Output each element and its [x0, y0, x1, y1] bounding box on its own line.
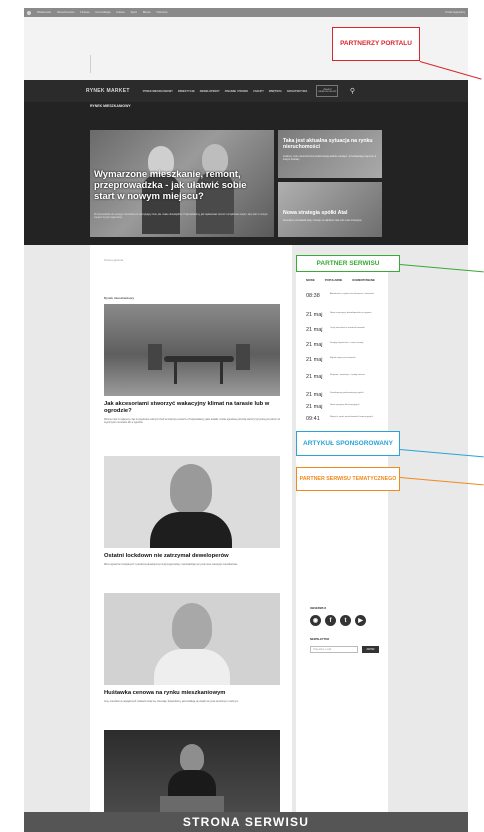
- twitter-icon[interactable]: t: [340, 615, 351, 626]
- news-text[interactable]: Rynek najmu po zmianach: [330, 357, 384, 363]
- page-caption: STRONA SERWISU: [24, 812, 468, 832]
- nav-item[interactable]: ZAKUPY: [253, 90, 264, 93]
- home-icon[interactable]: [27, 10, 31, 15]
- news-item[interactable]: 21 maj Deweloperzy podsumowują wyniki: [306, 392, 388, 398]
- news-item[interactable]: 21 maj Nowe przepisy dla kupujących: [306, 404, 388, 410]
- news-time: 09:41: [306, 416, 320, 422]
- news-time: 21 maj: [306, 404, 323, 410]
- nav-item[interactable]: FINANSE I PRAWO: [225, 90, 248, 93]
- find-property-button[interactable]: ZNAJDŹ NIERUCHOMOŚĆ: [316, 85, 339, 97]
- topbar-item[interactable]: Komunikacja: [96, 11, 111, 14]
- search-icon[interactable]: ⚲: [347, 85, 357, 97]
- main-navigation: RYNEK MARKET RYNEK MIESZKANIOWY INWESTYC…: [24, 80, 468, 102]
- article-image[interactable]: [104, 304, 280, 396]
- hero-card-1-desc: Analitycy rynku nieruchomości podsumowuj…: [283, 156, 377, 161]
- callout-sponsored: ARTYKUŁ SPONSOROWANY: [296, 431, 400, 456]
- article-desc: Mimo ograniczeń związanych z pandemią de…: [104, 564, 239, 566]
- article-title[interactable]: Huśtawka cenowa na rynku mieszkaniowym: [104, 690, 284, 697]
- news-item[interactable]: 21 maj Ceny mieszkań w ostatnim kwartale: [306, 327, 388, 333]
- hero-card-2-title[interactable]: Nowa strategia spółki Atal: [283, 210, 375, 216]
- topbar-item[interactable]: Kultura: [116, 11, 124, 14]
- topbar-right[interactable]: Portal regionalny: [446, 11, 465, 14]
- news-text[interactable]: Raport z rynku nieruchomości komercyjnyc…: [330, 416, 384, 422]
- article-image[interactable]: [104, 593, 280, 685]
- news-time: 21 maj: [306, 392, 323, 398]
- hero-card-2-desc: Deweloper przedstawił plany rozwoju na n…: [283, 220, 363, 222]
- hero-main-desc: Przeprowadzka do nowego mieszkania to ek…: [94, 213, 268, 220]
- callout-portal-partners: PARTNERZY PORTALU: [332, 27, 420, 61]
- news-time: 21 maj: [306, 374, 323, 380]
- news-text[interactable]: Aktualności z rynku nieruchomości i fina…: [330, 293, 384, 299]
- news-time: 21 maj: [306, 342, 323, 348]
- newsletter-email-field[interactable]: Twój adres e-mail: [310, 646, 358, 653]
- browser-top-bar: Wiadomości Nieruchomości Finanse Komunik…: [24, 8, 468, 17]
- hero-card-2[interactable]: Nowa strategia spółki Atal Deweloper prz…: [278, 182, 382, 237]
- instagram-icon[interactable]: ◉: [310, 615, 321, 626]
- hero-card-1-title[interactable]: Taka jest aktualna sytuacja na rynku nie…: [283, 138, 375, 150]
- newsletter-label: NEWSLETTER: [310, 637, 330, 641]
- hero-card-1[interactable]: Taka jest aktualna sytuacja na rynku nie…: [278, 130, 382, 178]
- ad-divider: [90, 55, 91, 73]
- article-desc: Wiosna i lato to najlepszy czas na spędz…: [104, 419, 281, 425]
- topbar-item[interactable]: Biznes: [143, 11, 151, 14]
- facebook-icon[interactable]: f: [325, 615, 336, 626]
- news-item[interactable]: 09:41 Raport z rynku nieruchomości komerc…: [306, 416, 388, 422]
- news-time: 21 maj: [306, 312, 323, 318]
- site-logo[interactable]: RYNEK MARKET: [86, 88, 130, 94]
- callout-theme-partner: PARTNER SERWISU TEMATYCZNEGO: [296, 467, 400, 491]
- news-text[interactable]: Kredyty hipoteczne - nowe zasady: [330, 342, 384, 348]
- nav-item[interactable]: RYNEK MIESZKANIOWY: [143, 90, 173, 93]
- nav-item[interactable]: ARCHITEKTURA: [287, 90, 308, 93]
- tab-popular[interactable]: POPULARNE: [325, 278, 343, 282]
- youtube-icon[interactable]: ▶: [355, 615, 366, 626]
- newsletter-submit-button[interactable]: ZAPISZ: [362, 646, 379, 653]
- social-label: OBSERWUJ: [310, 606, 327, 610]
- section-label[interactable]: Rynek mieszkaniowy: [104, 296, 134, 300]
- topbar-item[interactable]: Wiadomości: [37, 11, 51, 14]
- callout-site-partner: PARTNER SERWISU: [296, 255, 400, 272]
- news-text[interactable]: Nowe inwestycje deweloperskie w regionie: [330, 312, 384, 318]
- tab-new[interactable]: NOWE: [306, 278, 315, 282]
- article-title[interactable]: Ostatni lockdown nie zatrzymał deweloper…: [104, 553, 284, 560]
- topbar-item[interactable]: Nieruchomości: [57, 11, 74, 14]
- news-item[interactable]: 21 maj Nowe inwestycje deweloperskie w re…: [306, 312, 388, 318]
- news-time: 21 maj: [306, 357, 323, 363]
- hero-breadcrumb[interactable]: RYNEK MIESZKANIOWY: [90, 104, 131, 108]
- news-text[interactable]: Nowe przepisy dla kupujących: [330, 404, 384, 410]
- nav-item[interactable]: INWESTYCJE: [178, 90, 195, 93]
- topbar-item[interactable]: Finanse: [80, 11, 89, 14]
- topbar-item[interactable]: Sport: [131, 11, 137, 14]
- social-icons: ◉ f t ▶: [310, 615, 366, 626]
- tab-commented[interactable]: KOMENTOWANE: [352, 278, 375, 282]
- news-time: 08:38: [306, 293, 320, 299]
- article-image[interactable]: [104, 730, 280, 812]
- news-item[interactable]: 21 maj Kredyty hipoteczne - nowe zasady: [306, 342, 388, 348]
- news-item[interactable]: 21 maj Wnętrza i aranżacje - trendy sezon…: [306, 374, 388, 380]
- breadcrumb[interactable]: Strona główna: [104, 258, 123, 262]
- article-image[interactable]: [104, 456, 280, 548]
- article-desc: Ceny mieszkań w największych miastach wc…: [104, 701, 239, 703]
- nav-item[interactable]: DEWELOPERZY: [200, 90, 220, 93]
- news-item[interactable]: 21 maj Rynek najmu po zmianach: [306, 357, 388, 363]
- news-text[interactable]: Wnętrza i aranżacje - trendy sezonu: [330, 374, 384, 380]
- news-text[interactable]: Deweloperzy podsumowują wyniki: [330, 392, 384, 398]
- article-title[interactable]: Jak akcesoriami stworzyć wakacyjny klima…: [104, 401, 284, 415]
- news-item[interactable]: 08:38 Aktualności z rynku nieruchomości i…: [306, 293, 388, 299]
- topbar-item[interactable]: Partnerzy: [157, 11, 168, 14]
- news-tabs: NOWE POPULARNE KOMENTOWANE: [306, 278, 375, 282]
- news-text[interactable]: Ceny mieszkań w ostatnim kwartale: [330, 327, 384, 333]
- hero-main-title[interactable]: Wymarzone mieszkanie, remont, przeprowad…: [94, 169, 264, 203]
- nav-item[interactable]: WNĘTRZA: [269, 90, 282, 93]
- news-time: 21 maj: [306, 327, 323, 333]
